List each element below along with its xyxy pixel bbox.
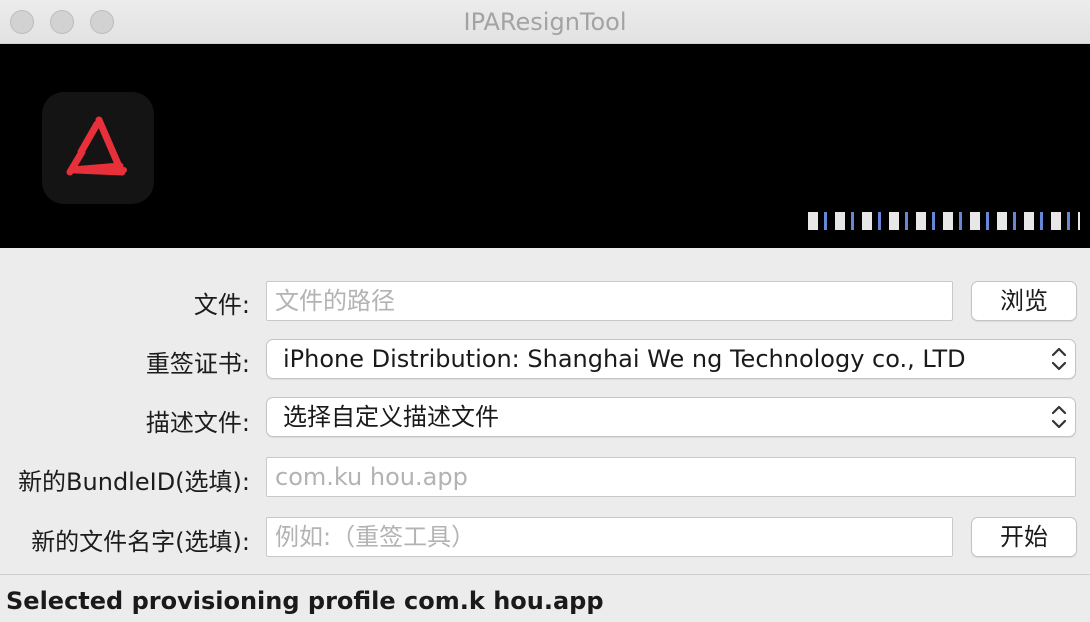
file-label: 文件: — [193, 291, 250, 319]
certificate-label: 重签证书: — [145, 350, 250, 378]
status-message: Selected provisioning profile com.k hou.… — [6, 587, 604, 615]
file-path-input[interactable]: 文件的路径 — [266, 281, 953, 321]
title-bar: IPAResignTool — [0, 0, 1090, 44]
banner-obscured-text — [808, 206, 1080, 236]
browse-button[interactable]: 浏览 — [971, 281, 1077, 321]
start-button[interactable]: 开始 — [971, 517, 1077, 557]
new-name-label: 新的文件名字(选填): — [31, 528, 250, 556]
new-name-input[interactable]: 例如:（重签工具） — [266, 517, 953, 557]
popup-chevrons-icon — [1051, 347, 1067, 371]
header-banner — [0, 44, 1090, 248]
certificate-selected-value: iPhone Distribution: Shanghai We ng Tech… — [283, 345, 966, 373]
certificate-select[interactable]: iPhone Distribution: Shanghai We ng Tech… — [266, 339, 1076, 379]
profile-selected-value: 选择自定义描述文件 — [283, 403, 499, 431]
profile-select[interactable]: 选择自定义描述文件 — [266, 397, 1076, 437]
bundle-id-input[interactable]: com.ku hou.app — [266, 457, 1076, 497]
window-title: IPAResignTool — [463, 8, 627, 36]
bundle-id-label: 新的BundleID(选填): — [18, 468, 250, 496]
popup-chevrons-icon — [1051, 405, 1067, 429]
status-bar: Selected provisioning profile com.k hou.… — [0, 574, 1090, 622]
app-logo-icon — [42, 92, 154, 204]
profile-label: 描述文件: — [145, 409, 250, 437]
